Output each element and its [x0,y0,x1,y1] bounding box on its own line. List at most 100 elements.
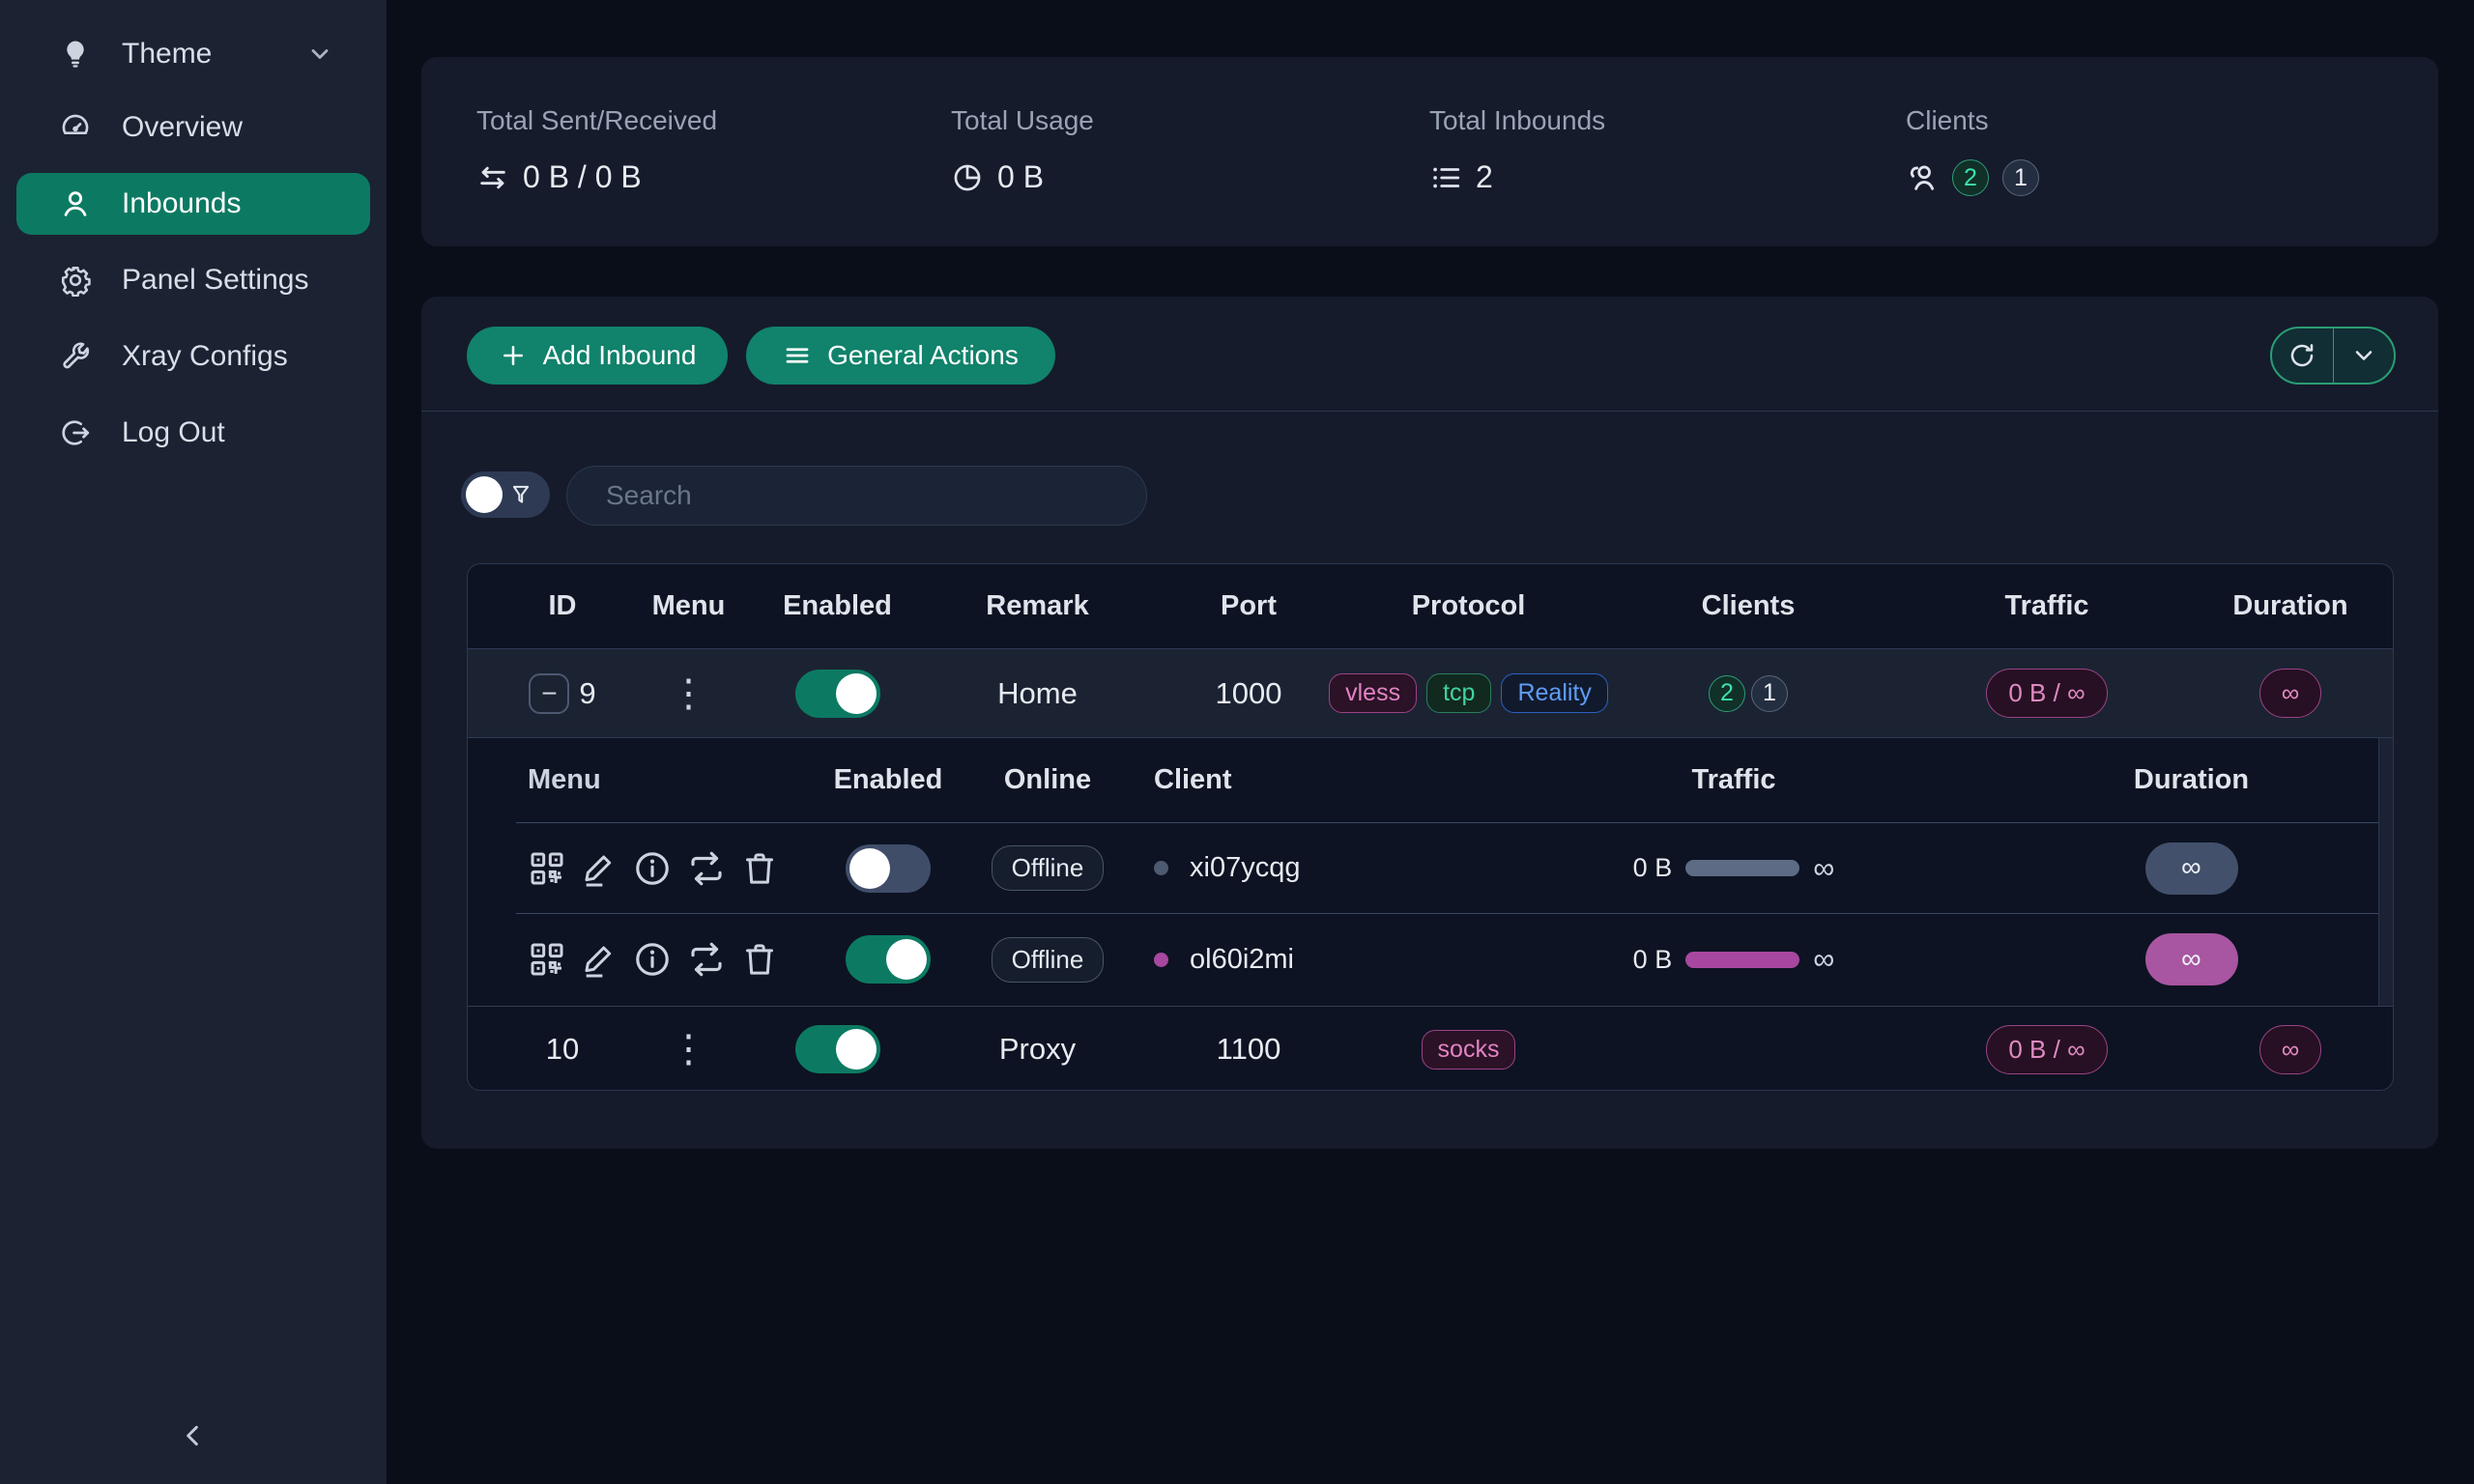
client-enabled-toggle[interactable] [846,935,931,984]
gauge-icon [58,111,93,144]
clients-subtable: Menu Enabled Online Client Traffic Durat… [516,738,2379,1006]
collapse-row-button[interactable]: − [529,673,569,714]
theme-label: Theme [122,38,212,71]
sidebar-collapse-button[interactable] [164,1414,222,1457]
stat-total-sent-received: Total Sent/Received 0 B / 0 B [476,105,717,195]
sidebar: Theme Overview Inbounds Panel Settings [0,0,387,1484]
subcol-header-online: Online [970,764,1125,796]
traffic-pill: 0 B / ∞ [1986,1025,2107,1074]
col-header-menu: Menu [628,590,749,622]
filter-toggle[interactable] [461,471,550,518]
online-status-badge: Offline [992,937,1105,983]
protocol-tag: tcp [1426,673,1491,713]
sidebar-item-xray-configs[interactable]: Xray Configs [16,326,370,387]
general-actions-label: General Actions [827,340,1019,371]
stat-clients: Clients 2 1 [1906,105,2039,196]
toggle-knob [886,939,927,980]
stat-value: 0 B / 0 B [523,159,642,195]
wrench-icon [58,340,93,373]
inbound-id: 9 [579,676,595,711]
col-header-traffic: Traffic [1908,590,2186,622]
subcol-header-client: Client [1125,764,1463,796]
traffic-cap: ∞ [1813,851,1834,886]
duration-pill: ∞ [2259,669,2322,718]
col-header-id: ID [468,590,628,622]
client-name: ol60i2mi [1190,944,1294,976]
refresh-icon [2287,341,2316,370]
traffic-pill: 0 B / ∞ [1986,669,2107,718]
reset-traffic-icon[interactable] [686,939,727,980]
reset-traffic-icon[interactable] [686,848,727,889]
expanded-clients-section: Menu Enabled Online Client Traffic Durat… [468,738,2393,1006]
toggle-knob [849,848,890,889]
info-icon[interactable] [632,848,673,889]
qr-code-icon[interactable] [528,940,566,979]
filter-funnel-icon [508,482,533,507]
stat-label: Total Sent/Received [476,105,717,136]
sidebar-item-label: Overview [122,111,243,144]
inbound-port: 1000 [1149,676,1348,711]
stat-label: Total Usage [951,105,1094,136]
sidebar-item-label: Inbounds [122,187,241,220]
row-menu-button[interactable]: ⋮ [670,1030,708,1069]
edit-icon[interactable] [580,849,618,888]
traffic-progress-bar [1685,952,1799,968]
stat-label: Clients [1906,105,2039,136]
clients-total-badge: 1 [2002,159,2039,196]
refresh-button[interactable] [2272,328,2334,383]
sidebar-item-log-out[interactable]: Log Out [16,402,370,464]
client-status-dot [1154,953,1168,967]
theme-selector[interactable]: Theme [16,23,370,85]
pie-chart-icon [951,161,984,194]
traffic-used: 0 B [1633,945,1673,975]
inbounds-panel: Add Inbound General Actions [421,297,2438,1149]
table-row: 10 ⋮ Proxy 1100 socks 0 B / ∞ ∞ [468,1006,2393,1091]
stat-total-usage: Total Usage 0 B [951,105,1094,195]
info-icon[interactable] [632,939,673,980]
sidebar-item-label: Log Out [122,416,225,449]
subcol-header-traffic: Traffic [1463,764,2004,796]
delete-icon[interactable] [740,940,779,979]
refresh-split-button [2270,327,2396,385]
client-name: xi07ycqg [1190,852,1300,884]
duration-pill: ∞ [2145,842,2238,895]
client-status-dot [1154,861,1168,875]
inbound-enabled-toggle[interactable] [795,670,880,718]
inbound-id: 10 [546,1032,579,1067]
chevron-down-icon [302,41,337,68]
qr-code-icon[interactable] [528,849,566,888]
protocol-tag: socks [1422,1030,1516,1070]
subcol-header-duration: Duration [2004,764,2378,796]
edit-icon[interactable] [580,940,618,979]
table-row: − 9 ⋮ Home 1000 vless tcp Reality 2 1 0 … [468,648,2393,738]
inbounds-table: ID Menu Enabled Remark Port Protocol Cli… [467,563,2394,1091]
inbound-enabled-toggle[interactable] [795,1025,880,1073]
refresh-dropdown-button[interactable] [2334,328,2395,383]
general-actions-button[interactable]: General Actions [746,327,1055,385]
clients-online-badge: 2 [1952,159,1989,196]
traffic-used: 0 B [1633,853,1673,883]
client-enabled-toggle[interactable] [846,844,931,893]
logout-icon [58,416,93,449]
list-icon [1429,161,1462,194]
sidebar-item-label: Panel Settings [122,264,308,297]
traffic-cap: ∞ [1813,942,1834,977]
add-inbound-button[interactable]: Add Inbound [467,327,728,385]
sub-rail [2379,738,2393,1006]
sidebar-item-label: Xray Configs [122,340,288,373]
clients-online-badge: 2 [1709,675,1745,712]
col-header-port: Port [1149,590,1348,622]
sidebar-item-overview[interactable]: Overview [16,97,370,158]
search-input[interactable] [566,466,1147,526]
sidebar-item-inbounds[interactable]: Inbounds [16,173,370,235]
duration-pill: ∞ [2259,1025,2322,1074]
inbound-remark: Proxy [926,1032,1149,1067]
delete-icon[interactable] [740,849,779,888]
swap-arrows-icon [476,161,509,194]
stats-card: Total Sent/Received 0 B / 0 B Total Usag… [421,57,2438,246]
sidebar-item-panel-settings[interactable]: Panel Settings [16,249,370,311]
subcol-header-menu: Menu [516,764,806,796]
client-row: Offline ol60i2mi 0 B ∞ ∞ [516,914,2378,1005]
col-header-duration: Duration [2186,590,2394,622]
row-menu-button[interactable]: ⋮ [670,674,708,713]
